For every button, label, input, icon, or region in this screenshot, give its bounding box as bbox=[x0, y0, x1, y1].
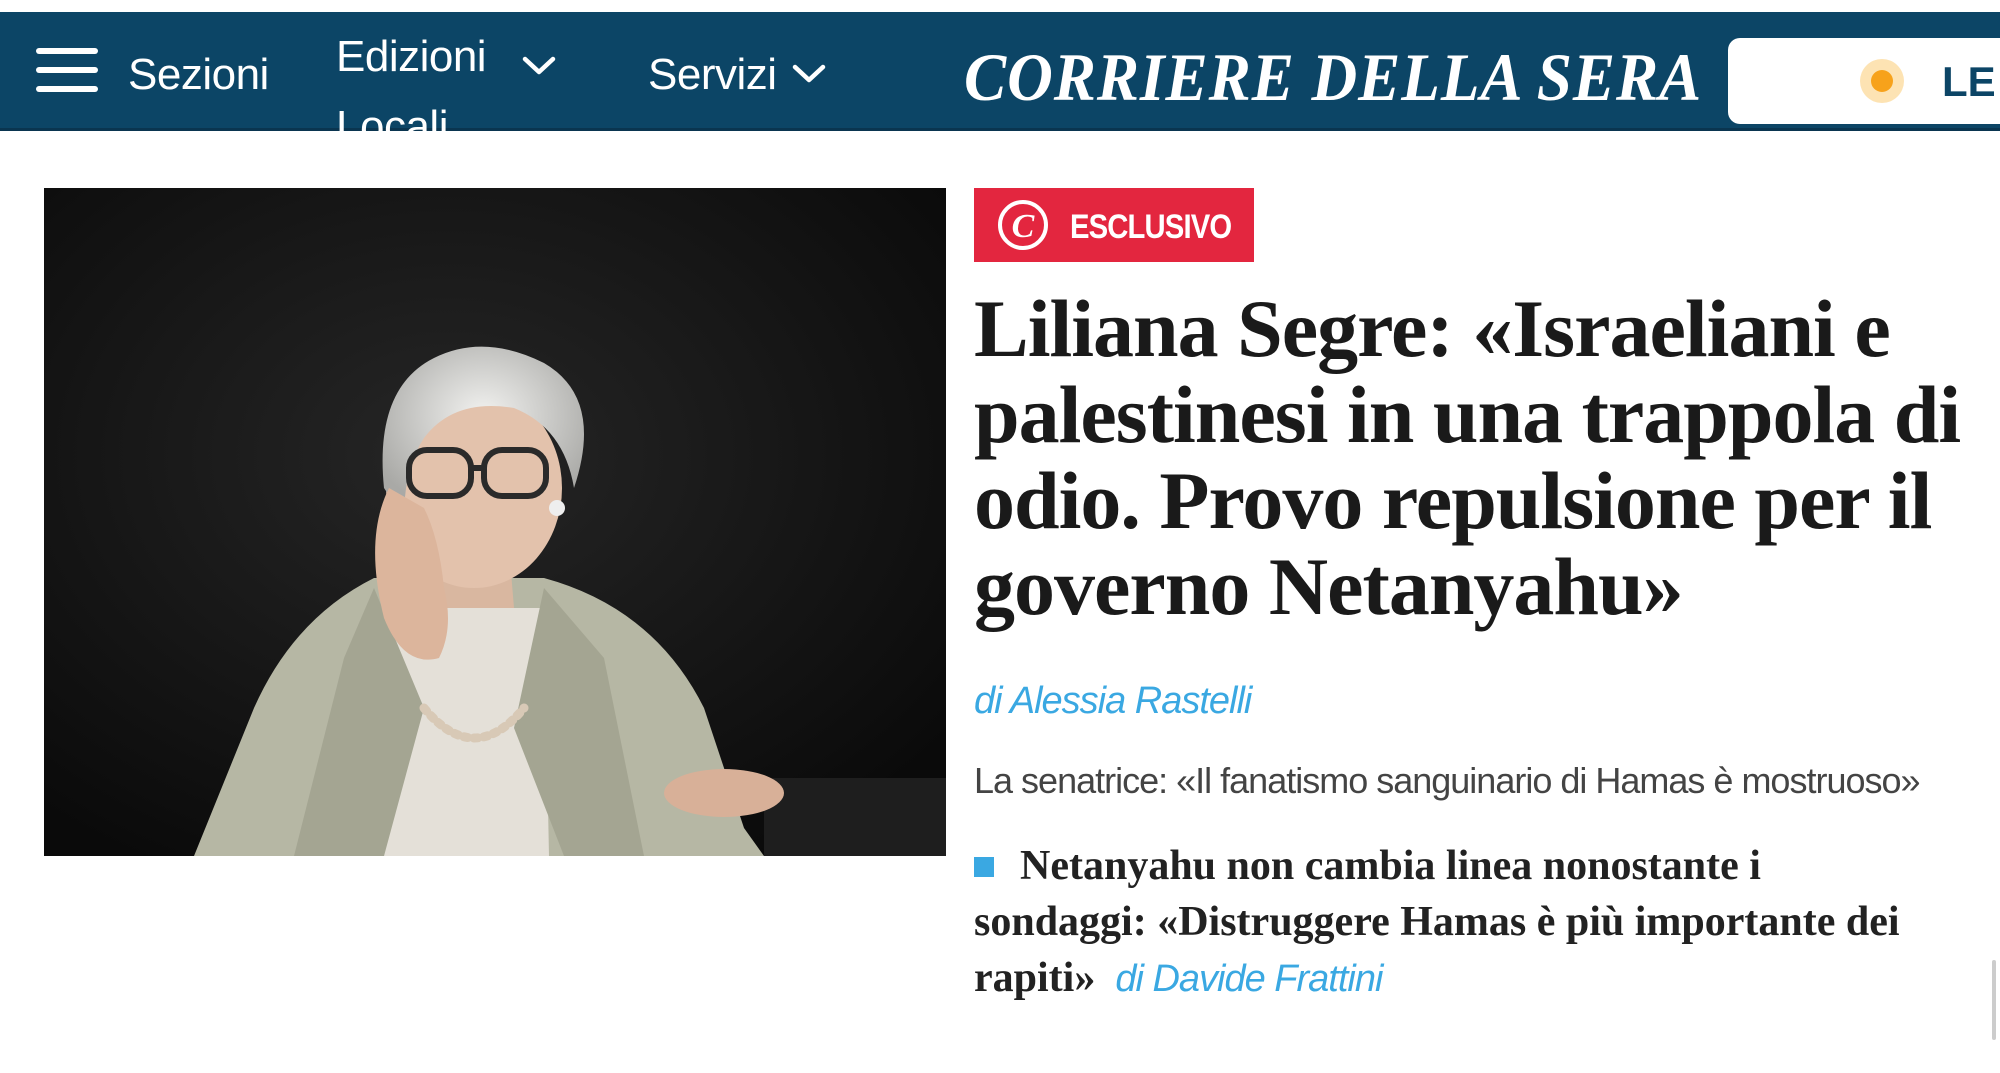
article-byline[interactable]: di Alessia Rastelli bbox=[974, 680, 1252, 723]
local-editions-label: Edizioni Locali bbox=[336, 32, 487, 151]
chevron-down-icon bbox=[792, 64, 826, 83]
svg-text:C: C bbox=[1012, 208, 1035, 245]
hamburger-menu-icon[interactable] bbox=[36, 48, 100, 92]
exclusive-badge[interactable]: C ESCLUSIVO bbox=[974, 188, 1254, 262]
related-article-author[interactable]: di Davide Frattini bbox=[1115, 958, 1383, 1000]
chevron-down-icon bbox=[522, 56, 556, 75]
local-editions-dropdown[interactable]: Edizioni Locali bbox=[336, 16, 576, 151]
live-news-button[interactable]: LE T bbox=[1728, 38, 2000, 124]
article-headline[interactable]: Liliana Segre: «Israeliani e palestinesi… bbox=[974, 286, 1964, 630]
corriere-della-sera-logo[interactable]: CORRIERE DELLA SERA bbox=[964, 38, 1702, 117]
services-label: Servizi bbox=[648, 50, 777, 99]
live-indicator-icon bbox=[1860, 59, 1904, 103]
bullet-square-icon bbox=[974, 857, 994, 877]
top-navigation-bar: Sezioni Edizioni Locali Servizi CORRIERE… bbox=[0, 12, 2000, 151]
services-dropdown[interactable]: Servizi bbox=[648, 48, 848, 108]
page-scrollbar[interactable] bbox=[1992, 960, 1996, 1040]
related-article[interactable]: Netanyahu non cambia linea nonostante i … bbox=[974, 838, 1914, 1007]
live-news-label: LE T bbox=[1942, 58, 2000, 105]
related-article-title[interactable]: Netanyahu non cambia linea nonostante i … bbox=[974, 843, 1900, 1001]
article-photo-image bbox=[44, 188, 946, 856]
article-subtitle: La senatrice: «Il fanatismo sanguinario … bbox=[974, 760, 1921, 801]
top-strip bbox=[0, 0, 2000, 12]
sections-menu-label[interactable]: Sezioni bbox=[128, 50, 269, 100]
exclusive-label: ESCLUSIVO bbox=[1070, 208, 1232, 246]
corriere-c-logo-icon: C bbox=[998, 200, 1048, 250]
article-photo[interactable] bbox=[44, 188, 946, 856]
